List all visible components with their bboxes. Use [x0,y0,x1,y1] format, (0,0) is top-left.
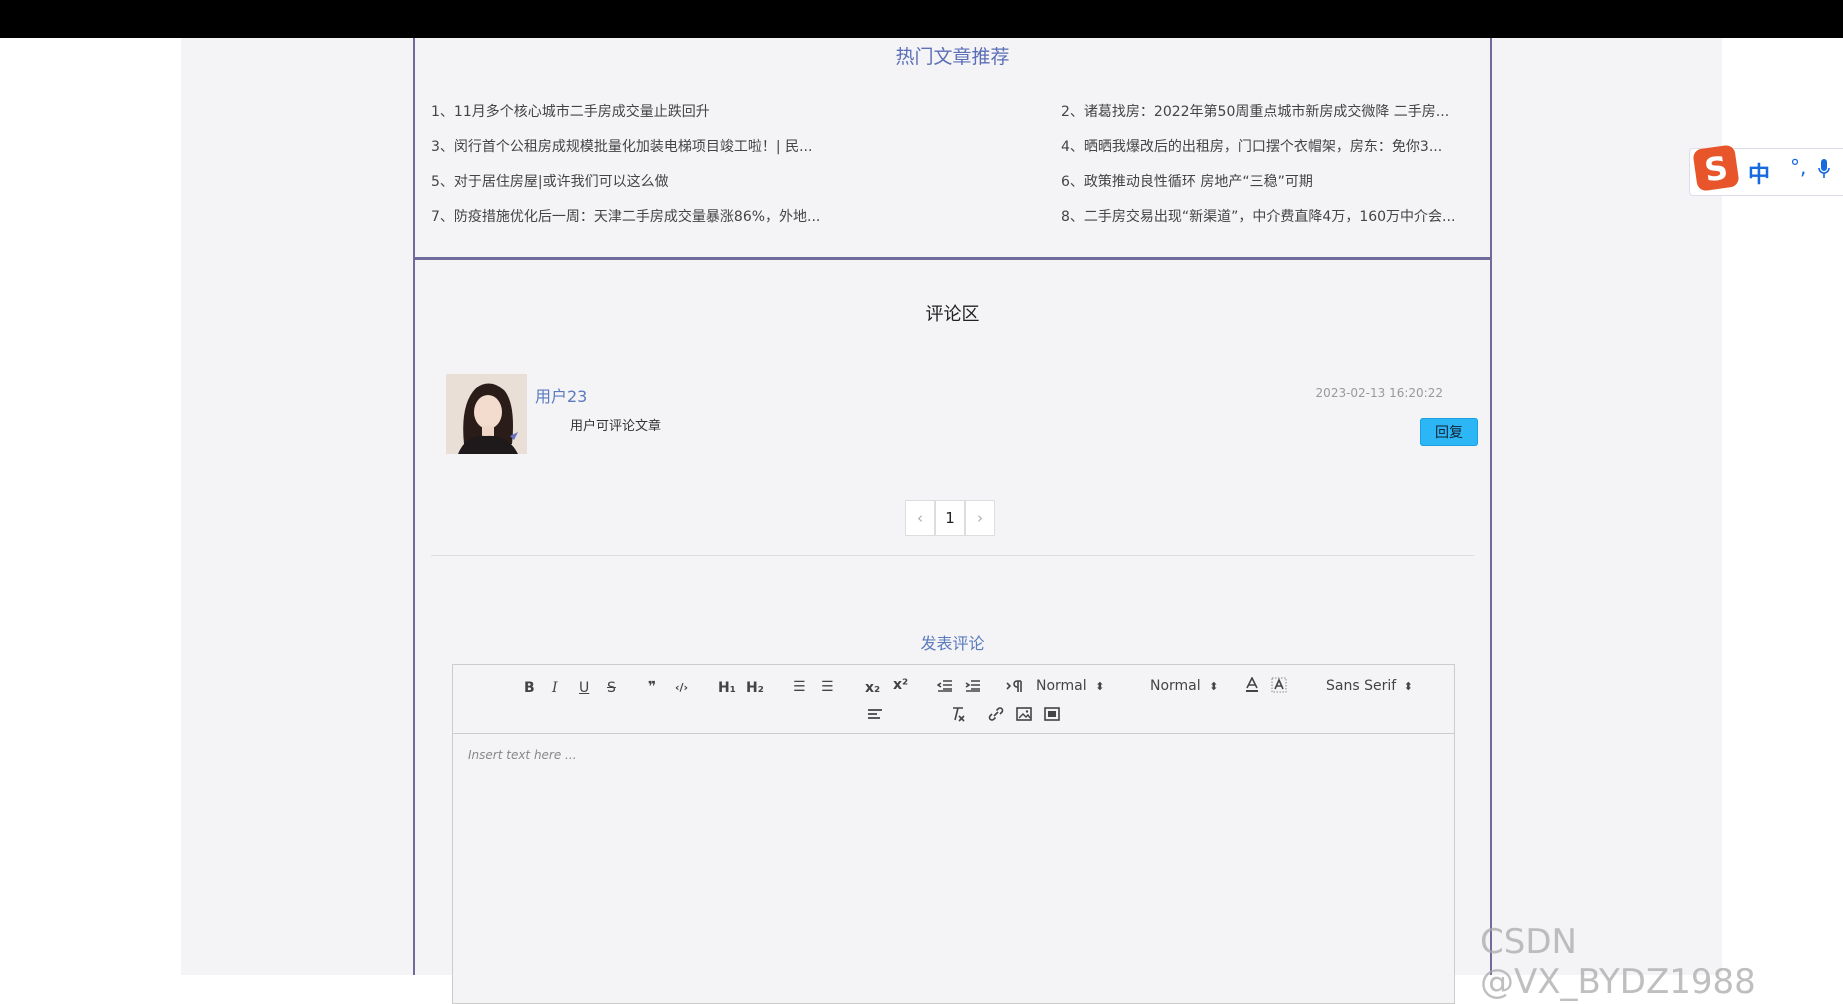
pagination: ‹ 1 › [905,500,995,536]
hot-article-link[interactable]: 6、政策推动良性循环 房地产“三稳”可期 [1061,171,1471,191]
hot-articles-title: 热门文章推荐 [895,46,1010,68]
size-select[interactable]: Normal ⬍ [1036,678,1104,694]
editor-input[interactable]: Insert text here ... [468,748,577,762]
rich-text-editor: B I U S ❞ ‹/› H₁ H₂ ☰ ☰ x₂ x² Normal ⬍ N… [452,664,1455,1004]
link-icon[interactable] [988,707,1004,721]
chevron-updown-icon: ⬍ [1095,680,1105,693]
chevron-updown-icon: ⬍ [1209,680,1219,693]
blockquote-button[interactable]: ❞ [648,679,656,695]
header-select-value: Normal [1150,678,1201,694]
chevron-updown-icon: ⬍ [1403,680,1413,693]
hot-article-link[interactable]: 7、防疫措施优化后一周：天津二手房成交量暴涨86%，外地... [431,206,841,226]
font-select-value: Sans Serif [1326,678,1397,694]
clear-format-icon[interactable] [950,706,966,722]
main-content: 热门文章推荐 1、11月多个核心城市二手房成交量止跌回升 2、诸葛找房：2022… [413,38,1492,1004]
indent-icon[interactable] [965,679,981,693]
size-select-value: Normal [1036,678,1087,694]
avatar [446,374,527,454]
bullet-list-button[interactable]: ☰ [821,679,834,695]
editor-toolbar: B I U S ❞ ‹/› H₁ H₂ ☰ ☰ x₂ x² Normal ⬍ N… [453,665,1454,734]
ime-mode-toggle[interactable]: 中 [1748,157,1770,189]
code-block-button[interactable]: ‹/› [675,681,688,694]
h1-button[interactable]: H₁ [718,680,736,696]
h2-button[interactable]: H₂ [746,680,764,696]
watermark: CSDN @VX_BYDZ1988 [1480,922,1756,1002]
strike-button[interactable]: S [607,680,616,696]
divider [431,555,1474,556]
comment-text: 用户可评论文章 [570,419,662,434]
header-select[interactable]: Normal ⬍ [1150,678,1218,694]
subscript-button[interactable]: x₂ [865,680,880,696]
font-select[interactable]: Sans Serif ⬍ [1326,678,1413,694]
ime-punctuation-toggle[interactable]: °, [1790,155,1806,179]
italic-button[interactable]: I [552,680,558,696]
bold-button[interactable]: B [524,680,535,696]
video-icon[interactable] [1044,707,1060,721]
hot-article-link[interactable]: 2、诸葛找房：2022年第50周重点城市新房成交微降 二手房... [1061,101,1471,121]
ime-toolbar[interactable]: S 中 °, [1689,144,1843,196]
reply-button[interactable]: 回复 [1420,418,1478,446]
pagination-prev-button[interactable]: ‹ [905,500,935,536]
comments-title: 评论区 [925,304,980,325]
text-direction-icon[interactable] [1006,679,1024,693]
post-comment-title: 发表评论 [920,634,985,653]
sogou-logo-icon: S [1692,144,1740,192]
image-icon[interactable] [1016,707,1032,721]
text-color-icon[interactable] [1245,677,1259,693]
pagination-page-button[interactable]: 1 [935,500,965,536]
section-divider [415,257,1490,260]
superscript-button[interactable]: x² [893,677,908,693]
ordered-list-button[interactable]: ☰ [793,679,806,695]
outdent-icon[interactable] [937,679,953,693]
hot-article-link[interactable]: 3、闵行首个公租房成规模批量化加装电梯项目竣工啦！| 民... [431,136,841,156]
comment-timestamp: 2023-02-13 16:20:22 [1315,386,1443,400]
hot-article-link[interactable]: 1、11月多个核心城市二手房成交量止跌回升 [431,101,841,121]
comment-username[interactable]: 用户23 [535,383,587,407]
top-black-bar [0,0,1843,38]
hot-article-link[interactable]: 5、对于居住房屋|或许我们可以这么做 [431,171,841,191]
microphone-icon[interactable] [1818,159,1830,179]
hot-article-link[interactable]: 8、二手房交易出现“新渠道”，中介费直降4万，160万中介会... [1061,206,1471,226]
align-icon[interactable] [867,708,883,720]
pagination-next-button[interactable]: › [965,500,995,536]
background-color-icon[interactable] [1271,677,1287,693]
underline-button[interactable]: U [579,680,589,696]
hot-article-link[interactable]: 4、晒晒我爆改后的出租房，门口摆个衣帽架，房东：免你3... [1061,136,1471,156]
